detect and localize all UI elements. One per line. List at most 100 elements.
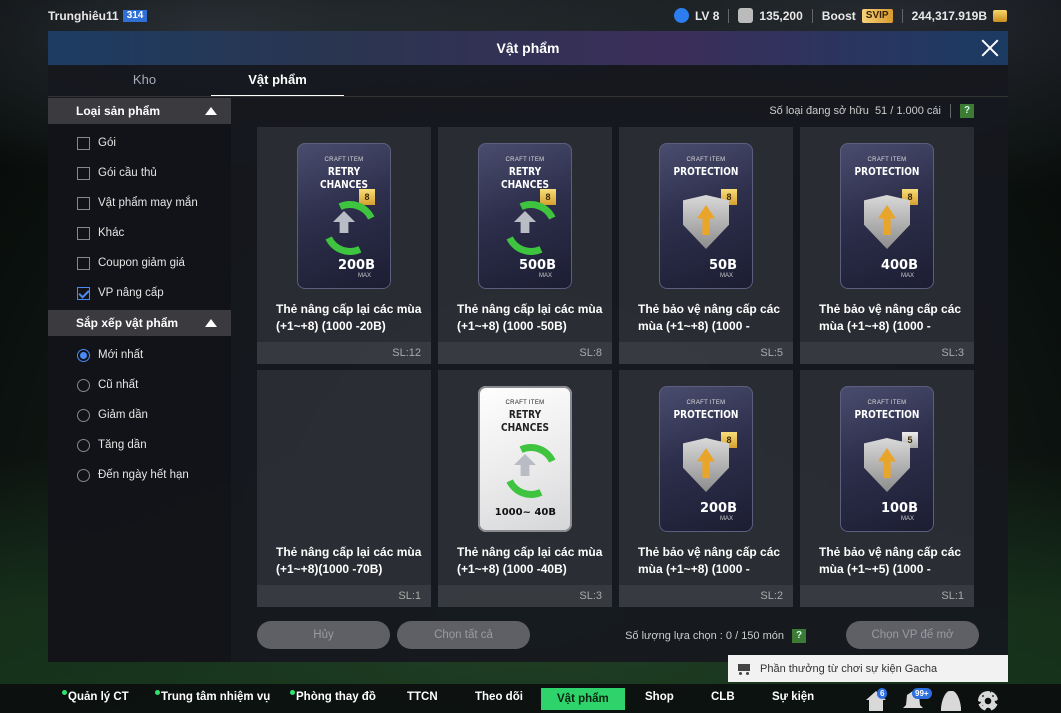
nav-shop[interactable]: Shop bbox=[645, 691, 674, 713]
card-value: 400B bbox=[880, 258, 918, 273]
card-small-caption: CRAFT ITEM bbox=[867, 157, 907, 163]
coin-balance: 244,317.919B bbox=[911, 8, 987, 23]
item-card[interactable]: CRAFT ITEM PROTECTION 8 400B MAX Thẻ bảo… bbox=[800, 127, 974, 364]
filter-option[interactable]: Gói cầu thủ bbox=[48, 158, 231, 188]
radio-icon[interactable] bbox=[77, 378, 90, 392]
product-type-header[interactable]: Loại sản phẩm bbox=[48, 98, 231, 124]
nav-events[interactable]: Sự kiện bbox=[772, 691, 814, 713]
protection-card-image: CRAFT ITEM PROTECTION 5 100B MAX bbox=[840, 386, 934, 532]
tabs-divider bbox=[48, 96, 1008, 97]
sort-option[interactable]: Mới nhất bbox=[48, 340, 231, 370]
card-value: 500B bbox=[518, 258, 556, 273]
nav-club[interactable]: CLB bbox=[711, 691, 735, 713]
card-small-caption: CRAFT ITEM bbox=[505, 400, 545, 406]
nav-ttcn[interactable]: TTCN bbox=[407, 691, 438, 713]
sort-option[interactable]: Cũ nhất bbox=[48, 370, 231, 400]
user-info[interactable]: Trunghiêu11 314 bbox=[48, 9, 148, 23]
item-quantity: SL:1 bbox=[941, 590, 964, 602]
sort-header[interactable]: Sắp xếp vật phẩm bbox=[48, 310, 231, 336]
owned-label: Số loại đang sở hữu bbox=[769, 105, 869, 117]
item-card[interactable]: CRAFT ITEM RETRY CHANCES 1000~ 40B Thẻ n… bbox=[438, 370, 612, 607]
protection-card-image: CRAFT ITEM PROTECTION 8 200B MAX bbox=[659, 386, 753, 532]
team-value: 135,200 bbox=[759, 8, 803, 23]
nav-mission-center[interactable]: Trung tâm nhiệm vụ bbox=[155, 690, 270, 713]
radio-icon[interactable] bbox=[77, 468, 90, 482]
shield-icon bbox=[683, 438, 729, 492]
checkbox-icon[interactable] bbox=[77, 196, 90, 210]
svip-badge[interactable]: SVIP bbox=[861, 8, 893, 23]
help-icon[interactable]: ? bbox=[960, 104, 974, 118]
retry-chances-card-image: CRAFT ITEM RETRY CHANCES 1000~ 40B bbox=[478, 386, 572, 532]
protection-card-image: CRAFT ITEM PROTECTION 8 400B MAX bbox=[840, 143, 934, 289]
filter-sidebar: Loại sản phẩm Gói Gói cầu thủ Vật phẩm m… bbox=[48, 98, 231, 662]
profile-icon[interactable] bbox=[941, 691, 961, 711]
item-card[interactable]: CRAFT ITEM RETRY CHANCES 8 500B MAX Thẻ … bbox=[438, 127, 612, 364]
open-selected-button[interactable]: Chọn VP để mở bbox=[846, 621, 979, 649]
checkbox-checked-icon[interactable] bbox=[77, 286, 90, 300]
item-quantity: SL:5 bbox=[760, 347, 783, 359]
bell-badge: 99+ bbox=[912, 688, 932, 699]
selection-count-label: Số lượng lựa chọn : 0 / 150 món bbox=[625, 630, 784, 642]
retry-arrows-icon bbox=[317, 199, 371, 245]
select-all-button[interactable]: Chọn tất cả bbox=[397, 621, 530, 649]
item-card[interactable]: CRAFT ITEM RETRY CHANCES 8 200B MAX Thẻ … bbox=[257, 127, 431, 364]
item-card[interactable]: Thẻ nâng cấp lại các mùa (+1~+8)(1000 -7… bbox=[257, 370, 431, 607]
close-icon[interactable] bbox=[978, 36, 1002, 60]
checkbox-icon[interactable] bbox=[77, 226, 90, 240]
filter-option[interactable]: Khác bbox=[48, 218, 231, 248]
filter-option[interactable]: Coupon giảm giá bbox=[48, 248, 231, 278]
item-card[interactable]: CRAFT ITEM PROTECTION 5 100B MAX Thẻ bảo… bbox=[800, 370, 974, 607]
tab-items[interactable]: Vật phẩm bbox=[211, 65, 344, 97]
nav-follow[interactable]: Theo dõi bbox=[475, 691, 523, 713]
radio-icon[interactable] bbox=[77, 408, 90, 422]
modal-header: Vật phẩm bbox=[48, 31, 1008, 65]
card-value: 200B bbox=[337, 258, 375, 273]
card-small-caption: CRAFT ITEM bbox=[867, 400, 907, 406]
help-icon[interactable]: ? bbox=[792, 629, 806, 643]
player-stats: LV 8 135,200 Boost SVIP 244,317.919B bbox=[673, 8, 1007, 23]
item-grid: CRAFT ITEM RETRY CHANCES 8 200B MAX Thẻ … bbox=[257, 127, 975, 607]
item-name: Thẻ nâng cấp lại các mùa (+1~+8)(1000 -7… bbox=[276, 545, 422, 576]
collapse-arrow-icon bbox=[205, 319, 217, 327]
owned-value: 51 / 1.000 cái bbox=[874, 105, 941, 117]
sort-option[interactable]: Tăng dần bbox=[48, 430, 231, 460]
card-max-label: MAX bbox=[719, 273, 733, 279]
cart-icon bbox=[736, 663, 752, 675]
filter-option[interactable]: VP nâng cấp bbox=[48, 278, 231, 308]
section-label: Loại sản phẩm bbox=[76, 104, 161, 118]
card-type-title: RETRY CHANCES bbox=[320, 165, 368, 191]
nav-items[interactable]: Vật phẩm bbox=[541, 688, 625, 710]
protection-card-image: CRAFT ITEM PROTECTION 8 50B MAX bbox=[659, 143, 753, 289]
retry-chances-card-image: CRAFT ITEM RETRY CHANCES 8 200B MAX bbox=[297, 143, 391, 289]
filter-option[interactable]: Gói bbox=[48, 128, 231, 158]
sort-option[interactable]: Giảm dần bbox=[48, 400, 231, 430]
event-banner[interactable]: Phần thưởng từ chơi sự kiện Gacha bbox=[728, 655, 1008, 682]
option-label: Coupon giảm giá bbox=[98, 257, 185, 269]
card-max-label: MAX bbox=[538, 273, 552, 279]
notification-dot bbox=[155, 690, 160, 695]
modal-title: Vật phẩm bbox=[496, 40, 560, 56]
coin-icon bbox=[993, 9, 1007, 22]
radio-selected-icon[interactable] bbox=[77, 348, 90, 362]
sort-option[interactable]: Đến ngày hết hạn bbox=[48, 460, 231, 490]
item-card[interactable]: CRAFT ITEM PROTECTION 8 50B MAX Thẻ bảo … bbox=[619, 127, 793, 364]
item-card[interactable]: CRAFT ITEM PROTECTION 8 200B MAX Thẻ bảo… bbox=[619, 370, 793, 607]
checkbox-icon[interactable] bbox=[77, 136, 90, 150]
nav-player-management[interactable]: Quản lý CT bbox=[62, 690, 129, 713]
nav-locker-room[interactable]: Phòng thay đồ bbox=[290, 690, 376, 713]
item-name: Thẻ bảo vệ nâng cấp các mùa (+1~+8) (100… bbox=[638, 545, 781, 576]
tab-storage[interactable]: Kho bbox=[78, 65, 211, 97]
cancel-button[interactable]: Hủy bbox=[257, 621, 390, 649]
gear-icon[interactable] bbox=[978, 691, 998, 711]
card-small-caption: CRAFT ITEM bbox=[686, 400, 726, 406]
filter-option[interactable]: Vật phẩm may mắn bbox=[48, 188, 231, 218]
radio-icon[interactable] bbox=[77, 438, 90, 452]
item-quantity: SL:8 bbox=[579, 347, 602, 359]
checkbox-icon[interactable] bbox=[77, 166, 90, 180]
card-type-title: PROTECTION bbox=[673, 165, 739, 178]
option-label: Gói cầu thủ bbox=[98, 167, 157, 179]
card-value: 200B bbox=[699, 501, 737, 516]
card-small-caption: CRAFT ITEM bbox=[324, 157, 364, 163]
checkbox-icon[interactable] bbox=[77, 256, 90, 270]
retry-arrows-icon bbox=[498, 199, 552, 245]
